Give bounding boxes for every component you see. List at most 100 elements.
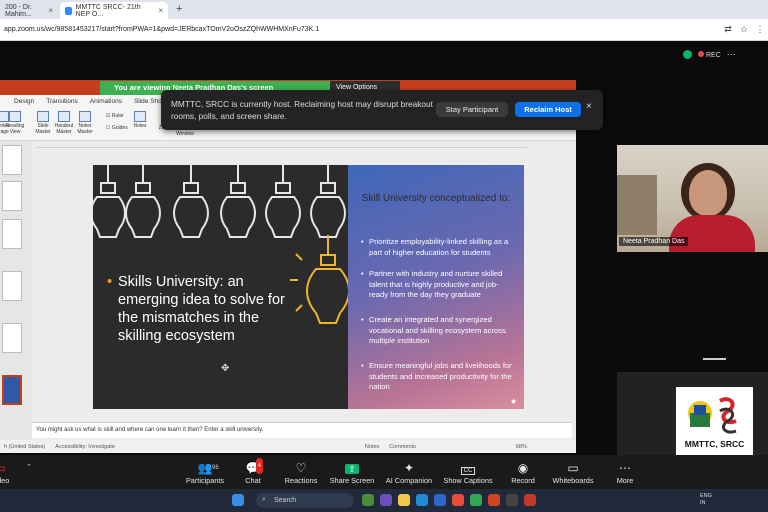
cursor-icon: ✥ (221, 363, 230, 374)
notes-toggle[interactable]: Notes (365, 444, 379, 450)
bullet-text: Prioritize employability-linked skilling… (369, 237, 509, 257)
bullet-item: • Partner with industry and nurture skill… (361, 269, 513, 301)
browser-tab-bar: 200 - Dr. Mahim... × MMTTC SRCC- 21th NE… (0, 0, 768, 19)
video-button[interactable]: ▭ Video (0, 460, 25, 485)
url-field[interactable]: app.zoom.us/wc/98581453217/start?fromPWA… (4, 26, 720, 33)
label: Show Captions (443, 476, 493, 485)
slide-thumbnails (0, 141, 32, 441)
reclaim-host-button[interactable]: Reclaim Host (515, 102, 581, 117)
browser-tab-1[interactable]: 200 - Dr. Mahim... × (0, 2, 58, 19)
more-icon[interactable]: ⋯ (727, 49, 736, 60)
status-bar: h (United States) Accessibility: Investi… (0, 440, 576, 453)
accessibility-status[interactable]: Accessibility: Investigate (55, 444, 115, 450)
label: AI Companion (385, 476, 433, 485)
zoom-icon (65, 6, 72, 15)
rec-label: REC (698, 50, 721, 59)
app-icon[interactable] (488, 494, 500, 506)
handout-icon (58, 111, 70, 122)
notes-button[interactable]: Notes (129, 111, 151, 129)
zoom-level[interactable]: 68% (516, 444, 527, 450)
notes-master-button[interactable]: Notes Master (74, 111, 96, 135)
master-icon (37, 111, 49, 122)
chat-badge: 4 (256, 458, 263, 474)
star-icon[interactable]: ☆ (736, 24, 752, 35)
slide: • Skills University: an emerging idea to… (93, 165, 524, 409)
comments-toggle[interactable]: Comments (389, 444, 416, 450)
bullet-dot: • (361, 237, 364, 246)
folder-icon[interactable] (398, 494, 410, 506)
label: Chat (245, 476, 261, 485)
background-shelf (617, 175, 657, 235)
notes-pane[interactable]: You might ask us what is skill and where… (32, 422, 572, 438)
ruler-checkbox[interactable]: ☑ Ruler (106, 113, 124, 119)
search-icon: ⌕ (262, 496, 266, 503)
bullet-dot: • (361, 269, 364, 278)
menu-icon[interactable]: ⋮ (752, 24, 768, 35)
tab-animations[interactable]: Animations (90, 98, 122, 105)
guides-checkbox[interactable]: ☐ Guides (106, 125, 128, 131)
new-tab-button[interactable]: + (176, 3, 182, 15)
chrome-icon[interactable] (470, 494, 482, 506)
more-button[interactable]: ⋯ More (590, 460, 660, 485)
label: Share Screen (329, 476, 375, 485)
app-icon[interactable] (452, 494, 464, 506)
notes-icon (79, 111, 91, 122)
meeting-toolbar: ▭ Video ⌃ 👥96 Participants 💬4 Chat ♡ Rea… (0, 455, 768, 489)
host-reclaim-banner: MMTTC, SRCC is currently host. Reclaimin… (161, 90, 603, 130)
taskbar-search[interactable]: Search (256, 493, 354, 508)
video-off-icon: ▭ (0, 460, 25, 476)
label: Ruler (111, 113, 124, 119)
label: Video (0, 476, 10, 485)
language-indicator: ENG (700, 493, 712, 499)
stay-participant-button[interactable]: Stay Participant (436, 102, 508, 117)
label: More (616, 476, 634, 485)
label: Handout Master (54, 123, 74, 135)
bullet-item: • Prioritize employability-linked skillin… (361, 237, 513, 258)
bullet-dot: • (361, 315, 364, 324)
slide-thumbnail[interactable] (2, 219, 22, 249)
system-tray[interactable]: ENG IN (700, 493, 712, 507)
slide-thumbnail[interactable] (2, 323, 22, 353)
shared-screen: You are viewing Neeta Pradhan Das's scre… (0, 80, 576, 453)
panel-resize-handle[interactable] (703, 358, 726, 360)
shield-icon (683, 50, 692, 59)
tab-transitions[interactable]: Transitions (46, 98, 78, 105)
close-icon[interactable]: × (586, 101, 592, 112)
slide-master-button[interactable]: Slide Master (32, 111, 54, 135)
banner-message: MMTTC, SRCC is currently host. Reclaimin… (171, 99, 433, 121)
translate-icon[interactable]: ⇄ (720, 24, 736, 35)
label: Slide Master (35, 123, 51, 135)
close-icon[interactable]: × (158, 6, 163, 15)
slide-thumbnail-selected[interactable] (2, 375, 22, 405)
participant-video[interactable] (617, 145, 768, 252)
app-icon[interactable] (380, 494, 392, 506)
label: Reading View (5, 123, 25, 135)
app-icon[interactable] (524, 494, 536, 506)
slide-thumbnail[interactable] (2, 271, 22, 301)
app-icon[interactable] (506, 494, 518, 506)
tab-design[interactable]: Design (14, 98, 34, 105)
windows-start-icon[interactable] (232, 494, 244, 506)
edge-icon[interactable] (416, 494, 428, 506)
logo-name: MMTTC, SRCC (684, 439, 745, 449)
slide-thumbnail[interactable] (2, 145, 22, 175)
handout-master-button[interactable]: Handout Master (53, 111, 75, 135)
star-icon: ★ (510, 397, 518, 406)
label: Reactions (284, 476, 318, 485)
close-icon[interactable]: × (48, 6, 53, 15)
left-title: • Skills University: an emerging idea to… (107, 273, 297, 345)
app-icon[interactable] (362, 494, 374, 506)
bullet-item: • Create an integrated and synergized voc… (361, 315, 513, 347)
reading-view-button[interactable]: Reading View (4, 111, 26, 135)
bullet-text: Ensure meaningful jobs and livelihoods f… (369, 361, 512, 391)
app-icon[interactable] (434, 494, 446, 506)
bullet-text: Create an integrated and synergized voca… (369, 315, 506, 345)
video-options-chevron-icon[interactable]: ⌃ (26, 463, 32, 471)
rec-text: REC (706, 51, 721, 59)
browser-tab-2[interactable]: MMTTC SRCC- 21th NEP O... × (60, 2, 168, 19)
label: Whiteboards (552, 476, 594, 485)
slide-thumbnail[interactable] (2, 181, 22, 211)
participant-name: Neeta Pradhan Das (619, 237, 689, 246)
label: Notes (133, 123, 147, 129)
region-indicator: IN (700, 500, 706, 506)
